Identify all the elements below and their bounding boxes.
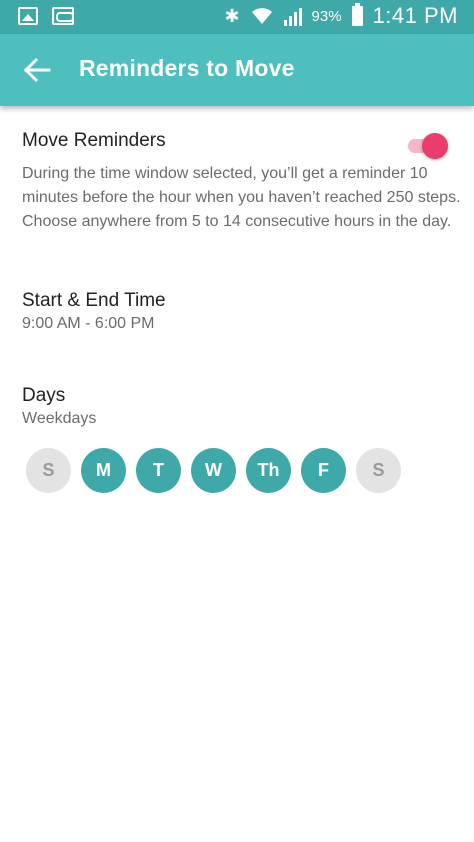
page-title: Reminders to Move: [79, 55, 295, 81]
day-tuesday[interactable]: T: [136, 448, 181, 493]
move-reminders-description: During the time window selected, you’ll …: [22, 165, 461, 230]
move-reminders-title: Move Reminders: [22, 130, 166, 151]
battery-percent: 93%: [311, 7, 342, 25]
bluetooth-icon: ✱: [224, 6, 240, 26]
day-selector: S M T W Th F S: [26, 448, 401, 493]
day-monday[interactable]: M: [81, 448, 126, 493]
status-bar: ✱ 93% 1:41 PM: [0, 0, 474, 34]
clock: 1:41 PM: [372, 3, 458, 28]
cell-signal-icon: [283, 6, 302, 26]
arrow-left-icon[interactable]: [22, 56, 52, 84]
days-value: Weekdays: [22, 410, 97, 427]
battery-icon: [351, 3, 363, 26]
day-sunday[interactable]: S: [26, 448, 71, 493]
wifi-icon: [251, 8, 272, 24]
day-thursday[interactable]: Th: [246, 448, 291, 493]
voicemail-icon: [52, 7, 74, 25]
start-end-time-value[interactable]: 9:00 AM - 6:00 PM: [22, 315, 155, 333]
day-friday[interactable]: F: [301, 448, 346, 493]
gallery-notification-icon: [18, 7, 38, 25]
toggle-thumb: [422, 133, 448, 159]
notification-icons: [18, 7, 74, 25]
day-saturday[interactable]: S: [356, 448, 401, 493]
start-end-time-title[interactable]: Start & End Time: [22, 290, 166, 312]
days-title: Days: [22, 385, 66, 406]
move-reminders-toggle[interactable]: [404, 133, 450, 159]
app-bar: Reminders to Move: [0, 34, 474, 106]
system-icons: ✱ 93% 1:41 PM: [224, 3, 458, 29]
day-wednesday[interactable]: W: [191, 448, 236, 493]
